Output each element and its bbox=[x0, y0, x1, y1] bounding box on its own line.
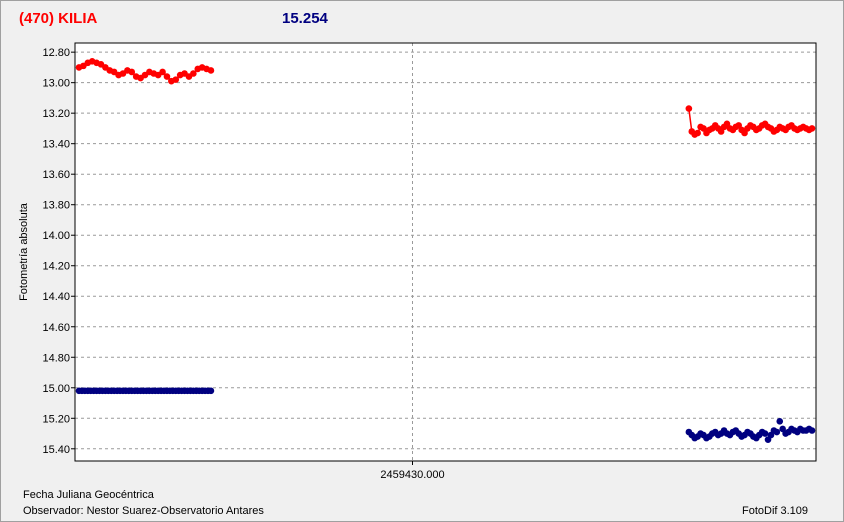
y-tick-label: 13.00 bbox=[42, 78, 70, 90]
data-point bbox=[776, 418, 784, 425]
data-point bbox=[761, 430, 769, 437]
y-tick-label: 14.00 bbox=[42, 230, 70, 242]
x-axis-label: Fecha Juliana Geocéntrica bbox=[23, 489, 154, 501]
x-tick-label: 2459430.000 bbox=[380, 469, 444, 481]
y-tick-label: 13.40 bbox=[42, 139, 70, 151]
data-point bbox=[808, 427, 816, 434]
y-tick-label: 15.00 bbox=[42, 383, 70, 395]
y-tick-label: 14.40 bbox=[42, 291, 70, 303]
y-tick-label: 14.80 bbox=[42, 352, 70, 364]
data-point bbox=[207, 387, 215, 395]
data-point bbox=[694, 129, 701, 137]
plot-area bbox=[75, 43, 816, 461]
y-tick-label: 13.80 bbox=[42, 200, 70, 212]
y-axis-label: Fotometría absoluta bbox=[18, 202, 30, 301]
y-tick-label: 14.60 bbox=[42, 322, 70, 334]
y-tick-label: 12.80 bbox=[42, 47, 70, 59]
data-point bbox=[773, 428, 781, 436]
data-point bbox=[685, 105, 693, 112]
y-tick-label: 14.20 bbox=[42, 261, 70, 273]
observer-label: Observador: Nestor Suarez-Observatorio A… bbox=[23, 505, 264, 517]
y-tick-label: 13.60 bbox=[42, 169, 70, 181]
data-point bbox=[207, 67, 215, 74]
data-point bbox=[808, 125, 816, 132]
software-label: FotoDif 3.109 bbox=[742, 505, 809, 517]
y-tick-label: 15.20 bbox=[42, 413, 70, 425]
y-tick-label: 15.40 bbox=[42, 444, 70, 456]
light-curve-plot: 12.80 13.00 13.20 13.40 13.60 13.80 14.00 14.20… bbox=[18, 42, 817, 481]
chart-window: (470) KILIA 15.254 12.80 13.00 13.20 13.40 1… bbox=[0, 0, 844, 522]
y-tick-label: 13.20 bbox=[42, 108, 70, 120]
